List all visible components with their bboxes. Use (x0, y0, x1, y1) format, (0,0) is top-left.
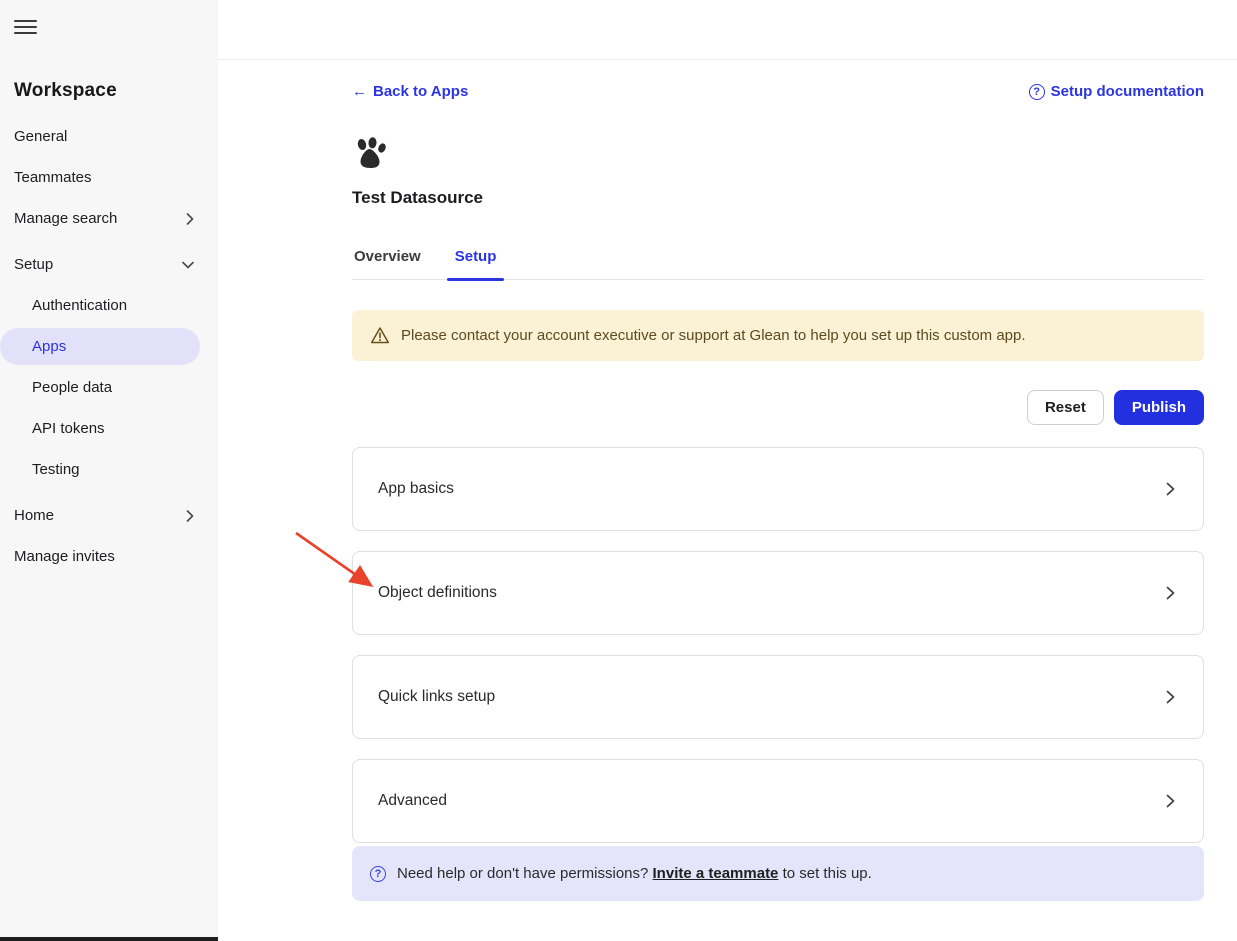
setup-sections: App basics Object definitions Quick link… (352, 447, 1204, 843)
app-window: Workspace General Teammates Manage searc… (0, 0, 1237, 941)
sidebar: Workspace General Teammates Manage searc… (0, 0, 218, 941)
warning-triangle-icon (370, 326, 390, 345)
main-content: ← Back to Apps ? Setup documentation Tes… (218, 0, 1237, 941)
paw-icon (352, 137, 388, 171)
sidebar-item-teammates[interactable]: Teammates (0, 157, 208, 198)
sidebar-item-manage-invites[interactable]: Manage invites (0, 536, 208, 577)
chevron-right-icon (1166, 690, 1175, 704)
top-divider (218, 0, 1237, 60)
chevron-right-icon (1166, 794, 1175, 808)
app-header: Test Datasource (352, 137, 1204, 208)
reset-button[interactable]: Reset (1027, 390, 1104, 425)
sidebar-bottom-edge (0, 937, 218, 941)
sidebar-item-authentication[interactable]: Authentication (0, 285, 208, 326)
chevron-right-icon (186, 213, 194, 225)
chevron-right-icon (1166, 586, 1175, 600)
chevron-right-icon (186, 510, 194, 522)
tab-setup[interactable]: Setup (453, 248, 499, 279)
section-app-basics[interactable]: App basics (352, 447, 1204, 531)
tab-bar: Overview Setup (352, 248, 1204, 280)
action-button-row: Reset Publish (352, 390, 1204, 425)
page-header-row: ← Back to Apps ? Setup documentation (352, 83, 1204, 100)
sidebar-item-setup[interactable]: Setup (0, 244, 208, 285)
sidebar-item-apps[interactable]: Apps (0, 328, 200, 365)
tab-overview[interactable]: Overview (352, 248, 423, 279)
chevron-right-icon (1166, 482, 1175, 496)
section-advanced[interactable]: Advanced (352, 759, 1204, 843)
question-circle-icon: ? (370, 866, 386, 882)
warning-banner: Please contact your account executive or… (352, 310, 1204, 361)
sidebar-item-general[interactable]: General (0, 116, 208, 157)
help-note-text: Need help or don't have permissions? Inv… (397, 865, 872, 882)
sidebar-title: Workspace (14, 80, 218, 102)
sidebar-item-api-tokens[interactable]: API tokens (0, 408, 208, 449)
hamburger-menu-icon[interactable] (14, 20, 37, 34)
sidebar-item-manage-search[interactable]: Manage search (0, 198, 208, 239)
section-quick-links-setup[interactable]: Quick links setup (352, 655, 1204, 739)
invite-teammate-link[interactable]: Invite a teammate (653, 865, 779, 882)
back-to-apps-link[interactable]: ← Back to Apps (352, 83, 468, 100)
setup-documentation-link[interactable]: ? Setup documentation (1029, 83, 1204, 100)
back-arrow-icon: ← (352, 83, 367, 100)
sidebar-item-home[interactable]: Home (0, 495, 208, 536)
question-circle-icon: ? (1029, 84, 1045, 100)
section-object-definitions[interactable]: Object definitions (352, 551, 1204, 635)
chevron-down-icon (182, 261, 194, 269)
sidebar-item-people-data[interactable]: People data (0, 367, 208, 408)
sidebar-item-testing[interactable]: Testing (0, 449, 208, 490)
page-title: Test Datasource (352, 188, 1204, 208)
warning-banner-text: Please contact your account executive or… (401, 327, 1026, 344)
publish-button[interactable]: Publish (1114, 390, 1204, 425)
help-note: ? Need help or don't have permissions? I… (352, 846, 1204, 901)
